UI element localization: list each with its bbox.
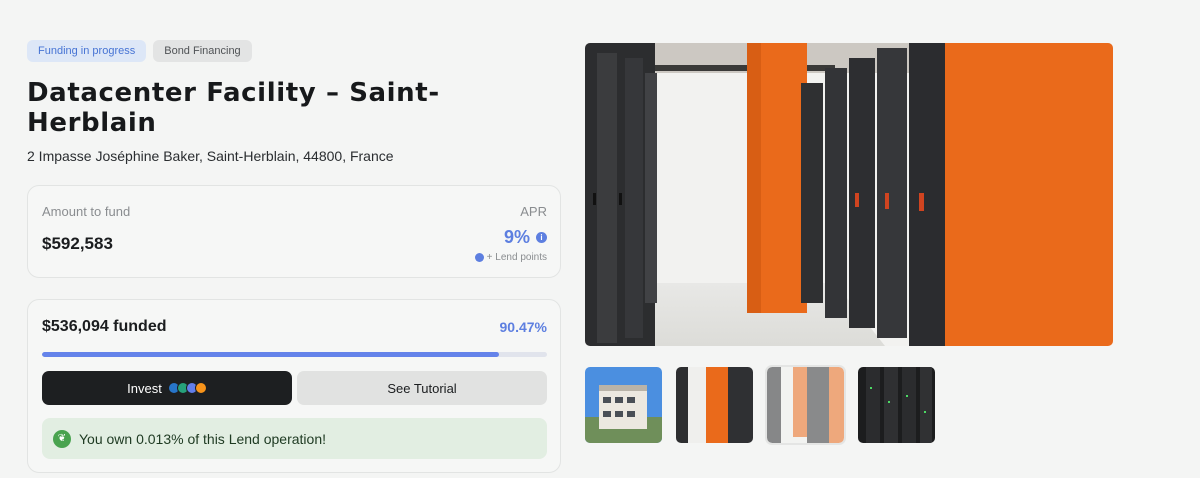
apr-label: APR	[520, 204, 547, 219]
lend-points-label: + Lend points	[486, 252, 547, 263]
ownership-banner: ❦ You own 0.013% of this Lend operation!	[42, 418, 547, 459]
funding-progress-card: $536,094 funded 90.47% Invest See Tutori…	[27, 299, 561, 473]
leaf-icon: ❦	[53, 429, 71, 448]
thumbnail-dark-server-racks[interactable]	[858, 367, 935, 443]
invest-button[interactable]: Invest	[42, 371, 292, 405]
btc-coin-icon	[194, 382, 207, 394]
image-gallery	[585, 365, 935, 445]
type-badge: Bond Financing	[153, 40, 252, 62]
info-icon[interactable]: i	[536, 232, 547, 243]
coins-icon-group	[167, 382, 207, 394]
funded-amount: $536,094 funded	[42, 318, 167, 335]
amount-to-fund-value: $592,583	[42, 234, 113, 253]
server-room-white-illustration	[767, 367, 844, 443]
see-tutorial-label: See Tutorial	[387, 380, 457, 396]
lend-points-row: + Lend points	[474, 252, 547, 263]
funding-summary-card: Amount to fund $592,583 APR 9% i + Lend …	[27, 185, 561, 278]
funding-progress-bar	[42, 352, 547, 357]
ownership-text: You own 0.013% of this Lend operation!	[79, 430, 327, 447]
project-address: 2 Impasse Joséphine Baker, Saint-Herblai…	[27, 148, 394, 164]
thumbnail-white-server-room[interactable]	[765, 365, 846, 445]
thumbnail-building[interactable]	[585, 367, 662, 443]
lend-points-icon	[474, 253, 484, 262]
server-room-orange-illustration	[676, 367, 753, 443]
see-tutorial-button[interactable]: See Tutorial	[297, 371, 547, 405]
invest-label: Invest	[127, 380, 162, 396]
main-project-image	[585, 43, 1113, 346]
status-badge: Funding in progress	[27, 40, 147, 62]
building-exterior-illustration	[585, 367, 662, 443]
page-title: Datacenter Facility – Saint-Herblain	[27, 78, 440, 138]
funded-percent: 90.47%	[499, 319, 547, 335]
amount-to-fund-label: Amount to fund	[42, 204, 131, 219]
project-header: Funding in progress Bond Financing Datac…	[27, 40, 561, 473]
funding-progress-fill	[42, 352, 499, 357]
apr-value-row: 9% i	[504, 227, 547, 248]
badge-row: Funding in progress Bond Financing	[27, 40, 561, 62]
datacenter-aisle-illustration	[585, 43, 1113, 346]
server-racks-dark-illustration	[858, 367, 935, 443]
apr-value: 9%	[503, 227, 530, 247]
thumbnail-orange-server-room[interactable]	[676, 367, 753, 443]
